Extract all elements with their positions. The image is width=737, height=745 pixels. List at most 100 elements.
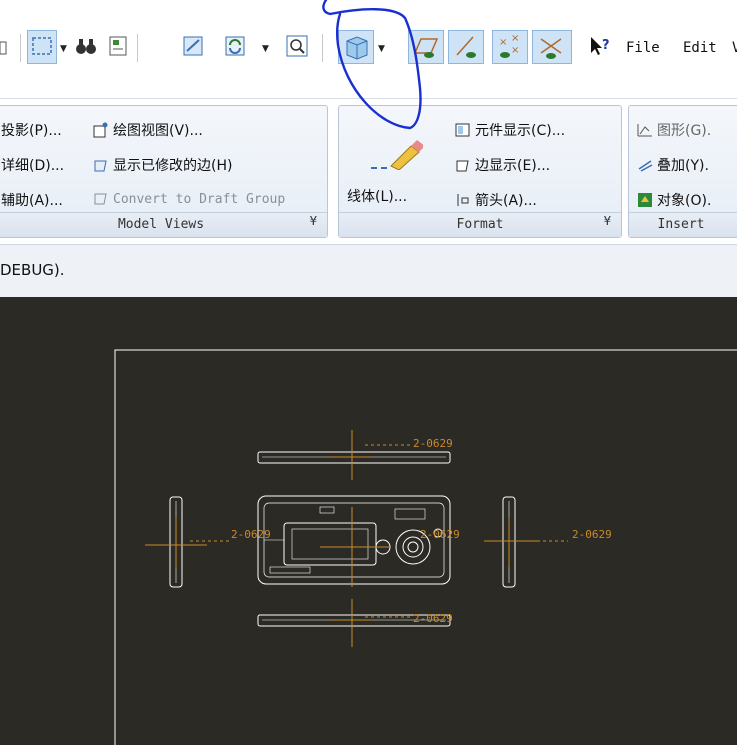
regenerate-icon bbox=[225, 36, 245, 56]
coordinate-systems-button[interactable] bbox=[532, 30, 572, 64]
line-style-item[interactable]: 线体(L)... bbox=[347, 186, 407, 206]
edge-display-icon bbox=[456, 160, 469, 172]
layout-button[interactable] bbox=[178, 30, 208, 64]
drawing-view-label: 绘图视图(V)... bbox=[113, 123, 203, 139]
bottom-dim-label: 2-0629 bbox=[413, 612, 453, 625]
component-display-icon bbox=[455, 123, 470, 137]
edge-display-label: 边显示(E)... bbox=[475, 158, 551, 174]
show-modified-edges-item[interactable]: 显示已修改的边(H) bbox=[93, 155, 232, 175]
help-pointer-icon: ? bbox=[591, 37, 610, 55]
select-box-button[interactable] bbox=[27, 30, 57, 64]
show-modified-edges-label: 显示已修改的边(H) bbox=[113, 158, 233, 174]
top-view-centerlines bbox=[330, 430, 412, 480]
group-launcher-icon[interactable]: ¥ bbox=[310, 209, 317, 233]
toolbar-separator bbox=[20, 34, 21, 62]
insert-title: Insert bbox=[657, 217, 705, 232]
main-view-centerlines bbox=[320, 507, 390, 587]
insert-footer: Insert bbox=[629, 212, 737, 237]
zoom-icon bbox=[286, 35, 308, 57]
chevron-down-icon[interactable]: ▼ bbox=[262, 44, 269, 54]
selection-box-icon bbox=[32, 37, 52, 55]
modified-edges-icon bbox=[94, 160, 107, 172]
model-views-title: Model Views bbox=[117, 217, 205, 232]
datum-planes-button[interactable] bbox=[408, 30, 444, 64]
detailed-label: 详细(D)... bbox=[1, 158, 65, 174]
right-dim-label: 2-0629 bbox=[572, 528, 612, 541]
projection-item[interactable]: 投影(P)... bbox=[1, 120, 62, 140]
model-views-group: 投影(P)... 详细(D)... 辅助(A)... 绘图视图(V)... 显示… bbox=[0, 105, 328, 238]
right-view-centerlines bbox=[484, 517, 568, 567]
model-views-footer: Model Views ¥ bbox=[0, 212, 327, 237]
message-bar: DEBUG). bbox=[0, 244, 737, 298]
auxiliary-item[interactable]: 辅助(A)... bbox=[1, 190, 63, 210]
toolbar-separator bbox=[137, 34, 138, 62]
left-view-centerlines bbox=[145, 517, 230, 567]
detailed-item[interactable]: 详细(D)... bbox=[1, 155, 64, 175]
object-icon bbox=[638, 193, 652, 207]
svg-text:?: ? bbox=[602, 38, 610, 53]
main-dim-label: 2-0629 bbox=[420, 528, 460, 541]
drawing-canvas[interactable]: 2-0629 2-0629 2-0629 2-0629 2-0629 bbox=[0, 297, 737, 745]
svg-text:×: × bbox=[499, 37, 507, 48]
edge-display-item[interactable]: 边显示(E)... bbox=[455, 155, 550, 175]
format-title: Format bbox=[456, 217, 504, 232]
auxiliary-label: 辅助(A)... bbox=[1, 193, 63, 209]
quick-toolbar: ▼ ▼ ▼ × × × ? File Edit V bbox=[0, 0, 737, 98]
properties-button[interactable] bbox=[104, 30, 132, 64]
drawing-view-item[interactable]: 绘图视图(V)... bbox=[93, 120, 203, 140]
object-item[interactable]: 对象(O). bbox=[637, 190, 711, 210]
regenerate-button[interactable] bbox=[220, 30, 250, 64]
arrow-icon bbox=[457, 194, 469, 206]
graph-label: 图形(G). bbox=[657, 123, 712, 139]
convert-to-draft-group-label: Convert to Draft Group bbox=[113, 192, 286, 207]
coordinate-system-icon bbox=[540, 38, 562, 59]
top-dim-label: 2-0629 bbox=[413, 437, 453, 450]
draft-group-icon bbox=[94, 193, 107, 205]
toolbar-separator bbox=[322, 34, 323, 62]
drawing-svg: 2-0629 2-0629 2-0629 2-0629 2-0629 bbox=[114, 349, 737, 745]
object-label: 对象(O). bbox=[657, 193, 712, 209]
menu-more-partial[interactable]: V bbox=[732, 40, 737, 56]
cube-icon bbox=[346, 36, 368, 60]
component-display-item[interactable]: 元件显示(C)... bbox=[455, 120, 565, 140]
datum-points-button[interactable]: × × × bbox=[492, 30, 528, 64]
datum-axis-icon bbox=[456, 36, 476, 58]
format-group: 线体(L)... 元件显示(C)... 边显示(E)... 箭头(A)... F… bbox=[338, 105, 622, 238]
partial-tool-icon[interactable] bbox=[0, 40, 8, 56]
menu-edit[interactable]: Edit bbox=[683, 40, 717, 56]
line-style-label: 线体(L)... bbox=[347, 189, 408, 205]
arrows-label: 箭头(A)... bbox=[475, 193, 537, 209]
zoom-button[interactable] bbox=[282, 30, 312, 64]
display-style-button[interactable] bbox=[338, 30, 374, 64]
projection-label: 投影(P)... bbox=[1, 123, 62, 139]
group-launcher-icon[interactable]: ¥ bbox=[604, 209, 611, 233]
arrows-item[interactable]: 箭头(A)... bbox=[455, 190, 537, 210]
find-button[interactable] bbox=[72, 30, 100, 64]
svg-text:×: × bbox=[511, 45, 519, 56]
convert-to-draft-group-item[interactable]: Convert to Draft Group bbox=[93, 190, 285, 207]
graph-item[interactable]: 图形(G). bbox=[637, 120, 711, 140]
graph-icon bbox=[637, 124, 652, 137]
status-message: DEBUG). bbox=[0, 261, 65, 279]
dimension-labels: 2-0629 2-0629 2-0629 2-0629 2-0629 bbox=[231, 437, 612, 625]
context-help-button[interactable]: ? bbox=[586, 30, 614, 64]
datum-axes-button[interactable] bbox=[448, 30, 484, 64]
drawing-view-icon bbox=[93, 122, 108, 138]
menu-file[interactable]: File bbox=[626, 40, 660, 56]
overlay-label: 叠加(Y). bbox=[657, 158, 709, 174]
overlay-icon bbox=[638, 160, 653, 172]
chevron-down-icon[interactable]: ▼ bbox=[378, 44, 385, 54]
layout-icon bbox=[183, 36, 203, 56]
left-dim-label: 2-0629 bbox=[231, 528, 271, 541]
format-footer: Format ¥ bbox=[339, 212, 621, 237]
svg-text:×: × bbox=[511, 33, 519, 44]
ribbon: 投影(P)... 详细(D)... 辅助(A)... 绘图视图(V)... 显示… bbox=[0, 98, 737, 245]
chevron-down-icon[interactable]: ▼ bbox=[60, 44, 67, 54]
binoculars-icon bbox=[76, 39, 96, 54]
overlay-item[interactable]: 叠加(Y). bbox=[637, 155, 709, 175]
datum-plane-icon bbox=[413, 38, 439, 58]
component-display-label: 元件显示(C)... bbox=[475, 123, 566, 139]
sheet-border bbox=[114, 349, 737, 745]
datum-point-icon: × × × bbox=[499, 33, 519, 58]
insert-group: 图形(G). 叠加(Y). 对象(O). Insert bbox=[628, 105, 737, 238]
